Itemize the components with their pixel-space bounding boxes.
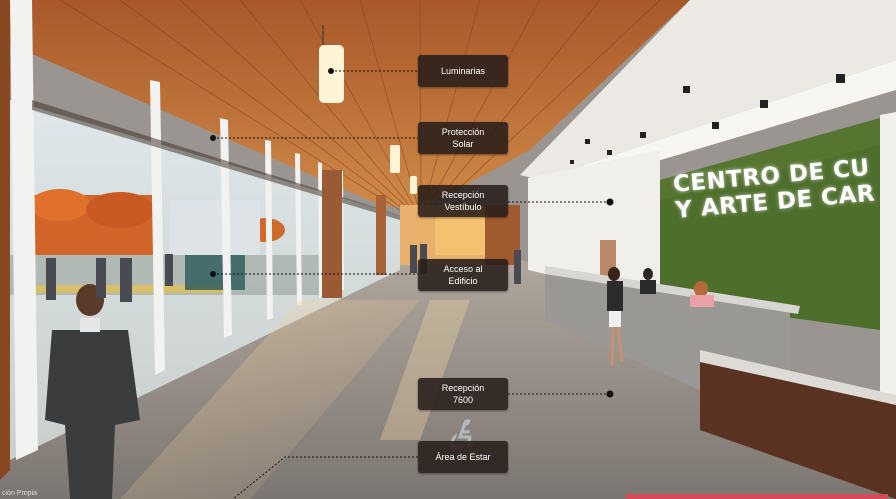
source-credit: ción Propia [2,490,38,497]
progress-accent [626,494,888,499]
label-text: Protección [441,127,485,137]
label-acceso-edificio: Acceso al Edificio [418,259,508,291]
label-text: Recepción [441,383,485,393]
label-text: Recepción [441,190,485,200]
label-proteccion-solar: Protección Solar [418,122,508,154]
label-text: Área de Estar [435,452,491,462]
label-text: Solar [452,139,474,149]
label-text: Vestíbulo [444,202,482,212]
outdoor-building [170,200,260,255]
label-text: Luminarias [440,66,486,76]
label-text: Edificio [448,276,478,286]
architectural-render: ♿ CENTRO DE CU Y ARTE DE CAR Luminarias … [0,0,896,499]
label-area-estar: Área de Estar [418,441,508,473]
label-text: Acceso al [443,264,483,274]
label-luminarias: Luminarias [418,55,508,87]
label-text: 7600 [452,395,474,405]
wood-column [322,170,342,298]
label-recepcion-7600: Recepción 7600 [418,378,508,410]
label-recepcion-vestibulo: Recepción Vestíbulo [418,185,508,217]
